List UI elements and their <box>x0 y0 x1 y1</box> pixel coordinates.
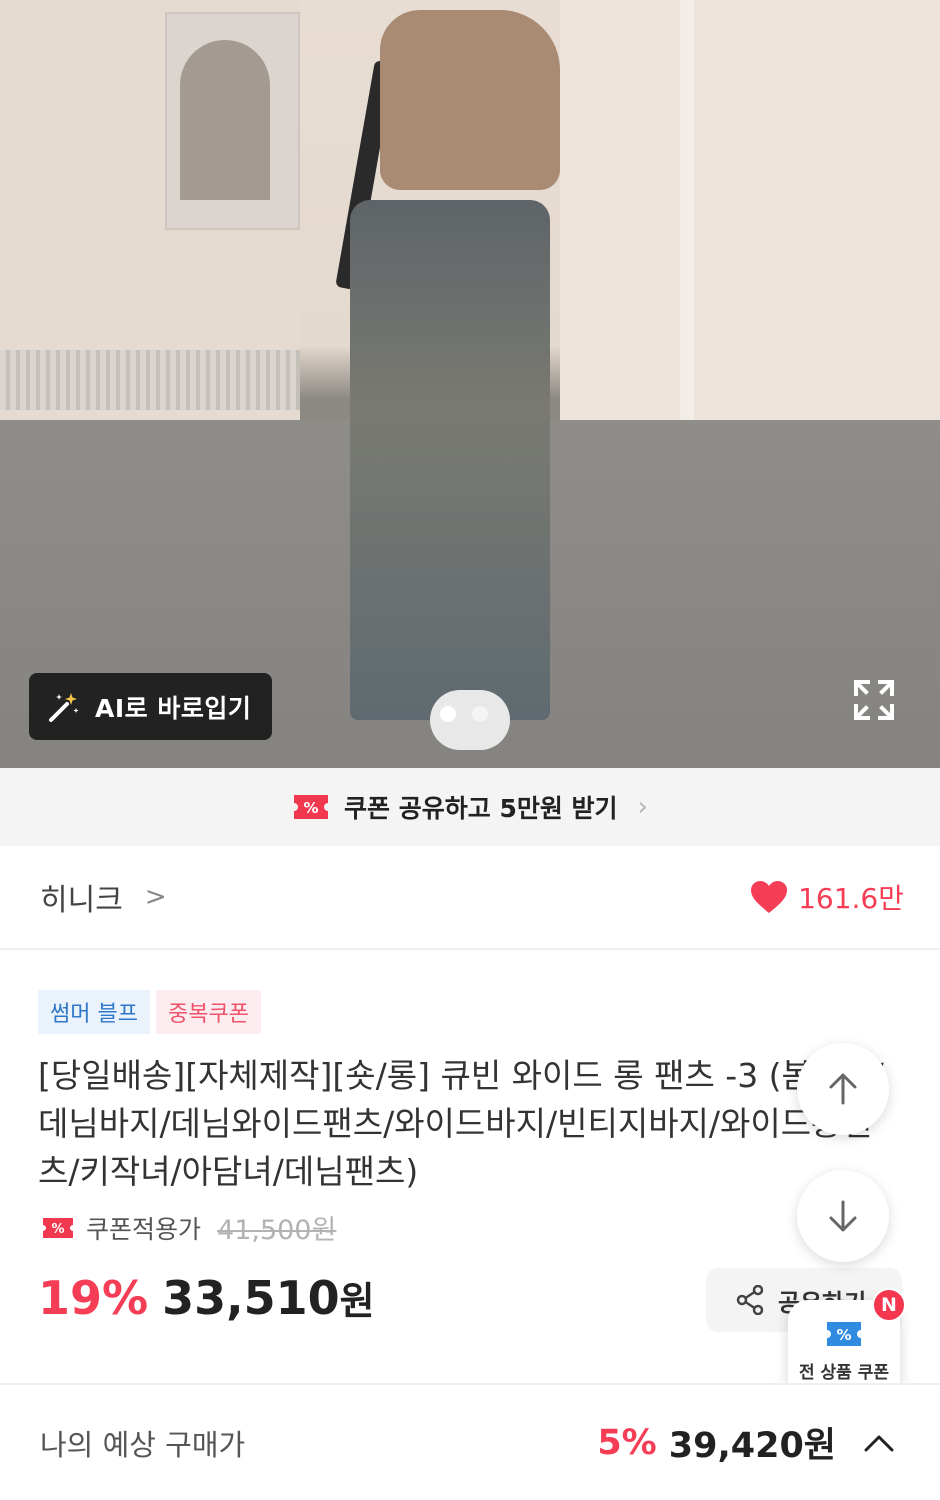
arrow-up-icon <box>829 1073 857 1105</box>
coupon-share-banner[interactable]: % 쿠폰 공유하고 5만원 받기 › <box>0 768 940 846</box>
coupon-icon: % <box>294 795 329 819</box>
carousel-dot <box>472 706 488 722</box>
discount-rate: 19% <box>38 1271 149 1325</box>
carousel-indicator <box>440 706 488 722</box>
ai-try-on-label: AI로 바로입기 <box>95 693 252 723</box>
background-wall-right <box>560 0 940 470</box>
coupon-price-row: % 쿠폰적용가 41,500원 <box>42 1208 336 1247</box>
model-jeans <box>350 200 550 720</box>
new-badge: N <box>872 1288 906 1322</box>
brand-name: 히니크 <box>40 883 123 918</box>
badge-duplicate-coupon: 중복쿠폰 <box>155 990 261 1034</box>
pebble-strip <box>0 350 300 410</box>
original-price: 41,500원 <box>217 1215 337 1246</box>
product-image[interactable]: AI로 바로입기 <box>0 0 940 768</box>
ai-try-on-button[interactable]: AI로 바로입기 <box>29 673 272 740</box>
sale-price-unit: 원 <box>339 1279 375 1323</box>
svg-text:%: % <box>836 1326 851 1344</box>
chevron-right-icon: › <box>637 792 648 822</box>
chevron-up-icon <box>864 1435 894 1451</box>
badge-list: 썸머 블프 중복쿠폰 <box>38 990 261 1034</box>
badge-summer-sale: 썸머 블프 <box>38 990 150 1034</box>
sale-price-number: 33,510 <box>162 1271 340 1325</box>
share-icon <box>736 1285 764 1315</box>
heart-icon <box>751 881 788 913</box>
scroll-up-button[interactable] <box>797 1043 889 1135</box>
like-count: 161.6만 <box>798 882 904 915</box>
price-row: 19% 33,510원 <box>38 1270 375 1325</box>
expected-discount-rate: 5% <box>597 1422 657 1463</box>
like-button[interactable]: 161.6만 <box>750 877 904 917</box>
brand-link[interactable]: 히니크 > <box>40 875 167 919</box>
carousel-dot-active <box>440 706 456 722</box>
expected-price-bar: 나의 예상 구매가 5% 39,420원 <box>0 1383 940 1500</box>
coupon-icon: % <box>827 1321 861 1346</box>
svg-text:%: % <box>51 1222 64 1237</box>
arrow-down-icon <box>829 1200 857 1232</box>
brand-row: 히니크 > 161.6만 <box>0 846 940 950</box>
model-top <box>380 10 560 190</box>
scroll-down-button[interactable] <box>797 1170 889 1262</box>
expected-price: 39,420원 <box>668 1426 836 1466</box>
fullscreen-icon[interactable] <box>852 678 896 722</box>
svg-text:%: % <box>304 799 319 817</box>
product-title: [당일배송][자체제작][숏/롱] 큐빈 와이드 롱 팬츠 -3 (봄신상/데님… <box>38 1056 884 1191</box>
coupon-icon: % <box>43 1217 73 1238</box>
coupon-price-label: 쿠폰적용가 <box>86 1214 202 1244</box>
wall-art-shape <box>180 40 270 200</box>
background-pillar <box>680 0 694 470</box>
coupon-share-label: 쿠폰 공유하고 5만원 받기 <box>344 794 618 823</box>
magic-wand-icon <box>49 692 79 722</box>
all-product-coupon-label: 전 상품 쿠폰 <box>798 1362 890 1383</box>
expected-price-label: 나의 예상 구매가 <box>40 1427 246 1462</box>
sale-price: 33,510원 <box>162 1270 374 1325</box>
chevron-right-icon: > <box>144 882 167 912</box>
expected-price-toggle[interactable]: 5% 39,420원 <box>597 1417 896 1468</box>
